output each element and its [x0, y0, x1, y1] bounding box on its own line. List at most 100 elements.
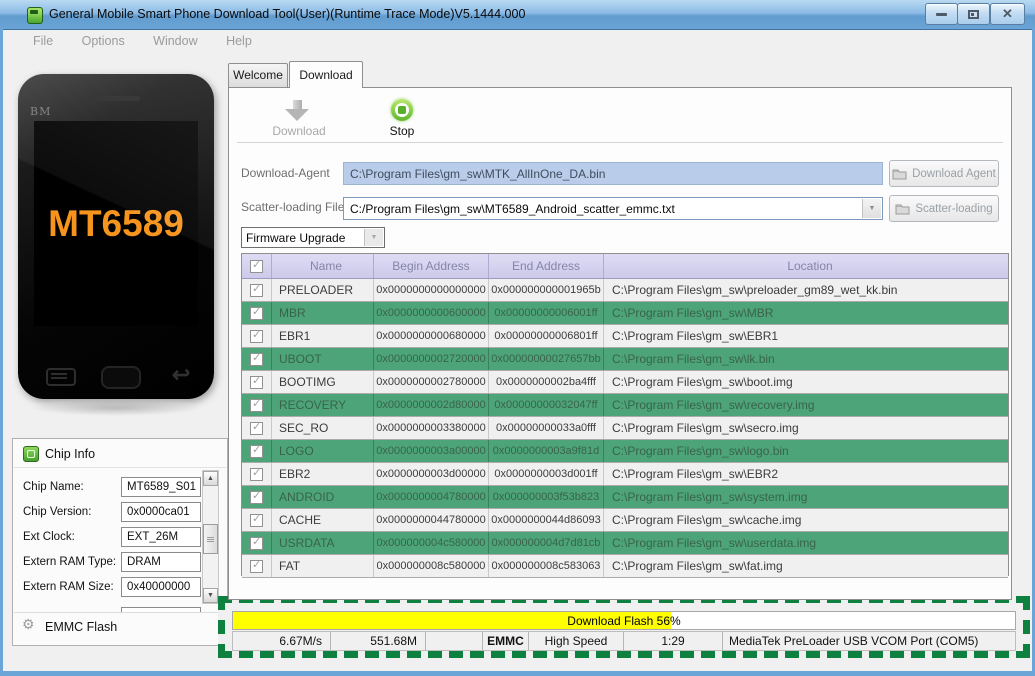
download-arrow-icon[interactable] [283, 100, 313, 122]
menu-options[interactable]: Options [70, 34, 137, 48]
download-agent-button[interactable]: Download Agent [889, 160, 999, 187]
download-mode-value: Firmware Upgrade [246, 231, 346, 245]
maximize-button[interactable] [957, 3, 990, 25]
download-button-label[interactable]: Download [257, 124, 341, 138]
scroll-down-icon[interactable]: ▼ [203, 588, 218, 603]
chip-field-label: Extern RAM Type: [23, 556, 117, 568]
row-checkbox[interactable]: ✓ [242, 348, 272, 370]
scrollbar-thumb[interactable] [203, 524, 218, 554]
chip-info-title: Chip Info [45, 447, 96, 461]
file-location: C:\Program Files\gm_sw\fat.img [612, 559, 783, 573]
end-address: 0x00000000027657bb [489, 348, 604, 370]
chevron-down-icon[interactable]: ▼ [862, 199, 881, 218]
row-checkbox[interactable]: ✓ [242, 532, 272, 554]
row-checkbox[interactable]: ✓ [242, 463, 272, 485]
chip-info-panel: Chip Info Chip Name: MT6589_S01 Chip Versi… [12, 438, 228, 646]
status-bar: 6.67M/s 551.68M EMMC High Speed 1:29 Med… [232, 631, 1016, 651]
file-location: C:\Program Files\gm_sw\EBR1 [612, 329, 779, 343]
row-checkbox[interactable]: ✓ [242, 371, 272, 393]
end-address: 0x0000000044d86093 [489, 509, 604, 531]
table-row[interactable]: ✓ PRELOADER 0x0000000000000000 0x0000000000… [242, 279, 1008, 302]
scatter-file-label: Scatter-loading File [241, 200, 345, 214]
table-row[interactable]: ✓ BOOTIMG 0x0000000002780000 0x0000000002ba… [242, 371, 1008, 394]
partition-name: EBR1 [272, 325, 374, 347]
divider [14, 467, 226, 468]
select-all-checkbox[interactable]: ✓ [242, 254, 272, 278]
table-row[interactable]: ✓ SEC_RO 0x0000000003380000 0x00000000033a0… [242, 417, 1008, 440]
chevron-down-icon: ▼ [364, 229, 383, 246]
column-header-end[interactable]: End Address [489, 254, 604, 278]
partition-name: CACHE [272, 509, 374, 531]
row-checkbox[interactable]: ✓ [242, 486, 272, 508]
table-row[interactable]: ✓ USRDATA 0x000000004c580000 0x000000004d7d… [242, 532, 1008, 555]
row-checkbox[interactable]: ✓ [242, 417, 272, 439]
row-checkbox[interactable]: ✓ [242, 325, 272, 347]
row-checkbox[interactable]: ✓ [242, 555, 272, 577]
table-row[interactable]: ✓ ANDROID 0x0000000004780000 0x000000003f53… [242, 486, 1008, 509]
table-row[interactable]: ✓ FAT 0x000000008c580000 0x000000008c583063… [242, 555, 1008, 578]
row-checkbox[interactable]: ✓ [242, 302, 272, 324]
stop-button-label[interactable]: Stop [369, 124, 435, 138]
tab-download[interactable]: Download [289, 61, 363, 88]
table-row[interactable]: ✓ EBR2 0x0000000003d00000 0x0000000003d001f… [242, 463, 1008, 486]
end-address: 0x00000000032047ff [489, 394, 604, 416]
check-icon: ✓ [252, 374, 262, 387]
status-com-port: MediaTek PreLoader USB VCOM Port (COM5) [729, 634, 979, 648]
menu-window[interactable]: Window [141, 34, 209, 48]
file-location: C:\Program Files\gm_sw\secro.img [612, 421, 799, 435]
table-row[interactable]: ✓ MBR 0x0000000000600000 0x00000000006001ff… [242, 302, 1008, 325]
emmc-flash-label[interactable]: EMMC Flash [45, 620, 117, 634]
partition-name: UBOOT [272, 348, 374, 370]
partition-name: FAT [272, 555, 374, 577]
table-row[interactable]: ✓ LOGO 0x0000000003a00000 0x0000000003a9f81… [242, 440, 1008, 463]
file-location: C:\Program Files\gm_sw\system.img [612, 490, 808, 504]
check-icon: ✓ [252, 282, 262, 295]
download-agent-field[interactable]: C:\Program Files\gm_sw\MTK_AllInOne_DA.b… [343, 162, 883, 185]
stop-icon[interactable] [391, 99, 413, 121]
scatter-file-combobox[interactable]: C:/Program Files\gm_sw\MT6589_Android_sc… [343, 197, 883, 220]
row-checkbox[interactable]: ✓ [242, 394, 272, 416]
partition-name: EBR2 [272, 463, 374, 485]
table-row[interactable]: ✓ CACHE 0x0000000044780000 0x0000000044d860… [242, 509, 1008, 532]
close-icon: ✕ [1002, 6, 1013, 21]
table-row[interactable]: ✓ RECOVERY 0x0000000002d80000 0x00000000032… [242, 394, 1008, 417]
row-checkbox[interactable]: ✓ [242, 440, 272, 462]
check-icon: ✓ [252, 512, 262, 525]
end-address: 0x00000000033a0fff [489, 417, 604, 439]
menu-help[interactable]: Help [214, 34, 264, 48]
tab-welcome[interactable]: Welcome [228, 63, 288, 87]
menu-bar: File Options Window Help [3, 30, 1032, 53]
chip-field-value: EXT_26M [121, 527, 201, 547]
minimize-button[interactable] [925, 3, 958, 25]
scatter-loading-button[interactable]: Scatter-loading [889, 195, 999, 222]
row-checkbox[interactable]: ✓ [242, 279, 272, 301]
chip-field-value: 0x0000ca01 [121, 502, 201, 522]
menu-file[interactable]: File [21, 34, 65, 48]
table-row[interactable]: ✓ EBR1 0x0000000000680000 0x00000000006801f… [242, 325, 1008, 348]
phone-preview: BM MT6589 ↩ [18, 74, 214, 399]
chip-info-fields: Chip Name: MT6589_S01 Chip Version: 0x0000c… [21, 475, 201, 613]
scatter-file-value: C:/Program Files\gm_sw\MT6589_Android_sc… [350, 202, 675, 216]
chip-info-scrollbar[interactable]: ▲ ▼ [202, 470, 219, 604]
begin-address: 0x0000000002780000 [374, 371, 489, 393]
column-header-name[interactable]: Name [272, 254, 374, 278]
check-icon: ✓ [252, 466, 262, 479]
end-address: 0x0000000002ba4fff [489, 371, 604, 393]
file-location: C:\Program Files\gm_sw\boot.img [612, 375, 793, 389]
file-location: C:\Program Files\gm_sw\EBR2 [612, 467, 779, 481]
minimize-icon [936, 12, 947, 16]
scroll-up-icon[interactable]: ▲ [203, 471, 218, 486]
begin-address: 0x0000000004780000 [374, 486, 489, 508]
chip-field-value: MT6589_S01 [121, 477, 201, 497]
close-button[interactable]: ✕ [990, 3, 1025, 25]
row-checkbox[interactable]: ✓ [242, 509, 272, 531]
check-icon: ✓ [252, 328, 262, 341]
chip-info-field: Chip Name: MT6589_S01 [21, 477, 201, 498]
download-agent-label: Download-Agent [241, 166, 330, 180]
table-row[interactable]: ✓ UBOOT 0x0000000002720000 0x00000000027657… [242, 348, 1008, 371]
window-border-left [0, 29, 3, 676]
end-address: 0x0000000003d001ff [489, 463, 604, 485]
column-header-begin[interactable]: Begin Address [374, 254, 489, 278]
download-mode-select[interactable]: Firmware Upgrade ▼ [241, 227, 385, 248]
column-header-location[interactable]: Location [604, 254, 1008, 278]
